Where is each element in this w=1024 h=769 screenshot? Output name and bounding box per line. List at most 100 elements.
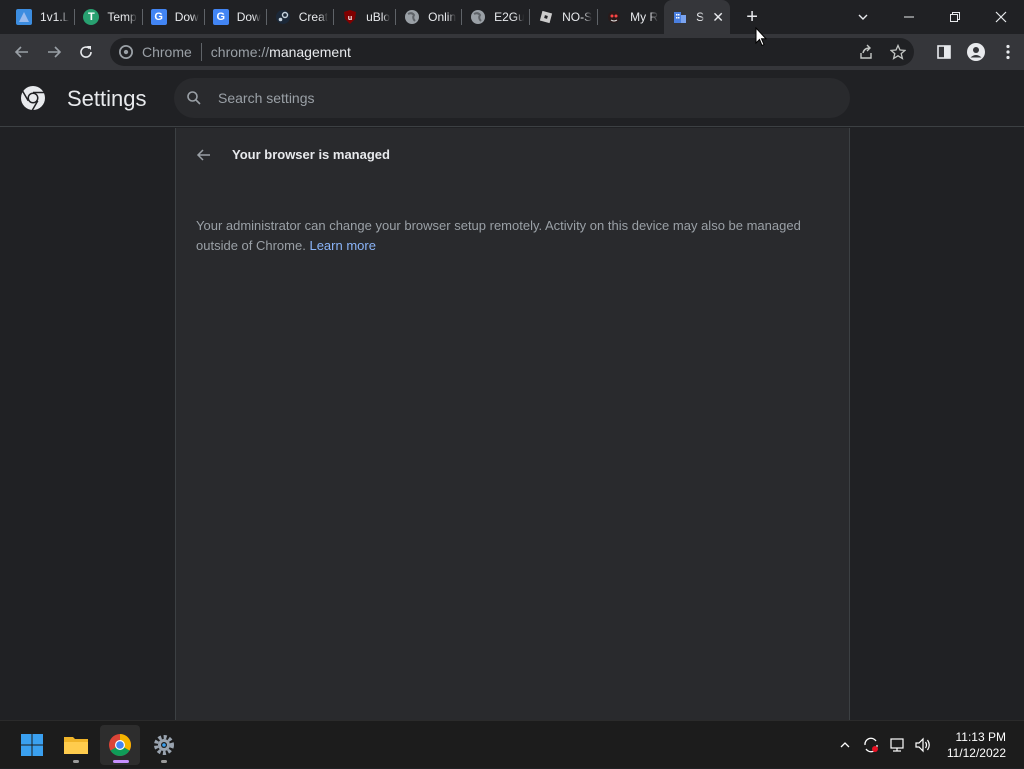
1v1-favicon-icon: [16, 9, 32, 25]
running-indicator: [73, 760, 79, 763]
arrow-left-icon: [14, 46, 28, 58]
tab-label: E2Gu: [494, 10, 525, 24]
tab-label: 1v1.L: [40, 10, 70, 24]
system-tray: 11:13 PM 11/12/2022: [833, 721, 1024, 769]
running-indicator: [161, 760, 167, 763]
tab-close-icon[interactable]: ✕: [710, 9, 726, 25]
share-icon: [860, 44, 872, 59]
show-hidden-icons-button[interactable]: [833, 721, 857, 769]
gear-icon: [154, 735, 174, 755]
chevron-up-icon: [840, 742, 850, 748]
side-panel-icon: [937, 45, 951, 59]
omnibox-divider: [200, 43, 202, 61]
windows-taskbar: 11:13 PM 11/12/2022: [0, 720, 1024, 768]
running-indicator: [113, 760, 129, 763]
description-text: Your administrator can change your brows…: [196, 218, 801, 253]
menu-button[interactable]: [992, 38, 1024, 66]
chrome-icon: [109, 734, 131, 756]
tab-7[interactable]: Onlin: [396, 0, 463, 34]
window-controls: [886, 0, 1024, 34]
settings-header: Settings: [0, 70, 1024, 127]
settings-search-input[interactable]: [218, 90, 818, 106]
tab-label: Dow: [236, 10, 261, 24]
taskbar-clock[interactable]: 11:13 PM 11/12/2022: [947, 729, 1006, 761]
tab-strip: 1v1.L T Temp G Dow G Dow Creat u uBlo On…: [0, 0, 1024, 34]
tab-label: NO-S: [562, 10, 593, 24]
ublock-favicon-icon: u: [342, 9, 358, 25]
sync-status-button[interactable]: [859, 721, 883, 769]
tab-8[interactable]: E2Gu: [462, 0, 531, 34]
building-favicon-icon: [672, 9, 688, 25]
tab-5[interactable]: Creat: [267, 0, 335, 34]
tab-active-management[interactable]: S ✕: [664, 0, 731, 34]
tab-label: Onlin: [428, 10, 457, 24]
tab-label: Creat: [298, 10, 329, 24]
side-panel-button[interactable]: [928, 38, 960, 66]
tab-1[interactable]: 1v1.L: [8, 0, 76, 34]
tab-label: uBlo: [366, 10, 391, 24]
folder-icon: [64, 737, 88, 754]
tab-9[interactable]: NO-S: [530, 0, 599, 34]
tab-label: Temp: [107, 10, 137, 24]
arrow-left-icon: [196, 149, 210, 161]
tab-label: My R: [630, 10, 659, 24]
temp-favicon-icon: T: [83, 9, 100, 25]
taskbar-file-explorer[interactable]: [56, 725, 96, 765]
omnibox-url[interactable]: chrome://management: [211, 44, 351, 60]
volume-button[interactable]: [911, 721, 935, 769]
profile-button[interactable]: [960, 38, 992, 66]
forward-button[interactable]: [40, 38, 68, 66]
tab-3[interactable]: G Dow: [143, 0, 205, 34]
plus-icon: +: [746, 5, 758, 28]
google-docs-favicon-icon: G: [212, 9, 229, 25]
chevron-down-icon: [858, 14, 868, 20]
clock-time: 11:13 PM: [955, 730, 1006, 744]
learn-more-link[interactable]: Learn more: [309, 238, 375, 253]
url-scheme: chrome://: [210, 44, 270, 60]
url-path: management: [269, 44, 351, 60]
taskbar-chrome[interactable]: [100, 725, 140, 765]
minimize-button[interactable]: [886, 0, 932, 34]
minimize-icon: [904, 16, 914, 18]
restore-button[interactable]: [932, 0, 978, 34]
browser-toolbar: Chrome chrome://management: [0, 34, 1024, 70]
kebab-menu-icon: [1006, 44, 1010, 60]
close-window-button[interactable]: [978, 0, 1024, 34]
network-button[interactable]: [885, 721, 909, 769]
search-icon: [187, 91, 201, 105]
clock-date: 11/12/2022: [946, 746, 1006, 760]
globe-favicon-icon: [470, 9, 486, 25]
tab-4[interactable]: G Dow: [205, 0, 267, 34]
windows-logo-icon: [21, 734, 43, 756]
speaker-icon: [915, 737, 930, 753]
start-button[interactable]: [12, 725, 52, 765]
tab-2[interactable]: T Temp: [75, 0, 143, 34]
settings-search-box[interactable]: [174, 78, 850, 118]
restore-icon: [950, 12, 960, 22]
tab-label: Dow: [174, 10, 199, 24]
star-icon: [890, 44, 906, 60]
toolbar-right: [928, 38, 1024, 66]
tab-6[interactable]: u uBlo: [334, 0, 397, 34]
back-button[interactable]: [8, 38, 36, 66]
roblox-favicon-icon: [538, 9, 554, 25]
profile-icon: [967, 43, 985, 61]
taskbar-settings[interactable]: [144, 725, 184, 765]
share-button[interactable]: [850, 38, 882, 66]
back-to-settings-button[interactable]: [194, 145, 214, 165]
management-panel: Your browser is managed Your administrat…: [175, 128, 850, 720]
tab-search-button[interactable]: [852, 6, 874, 28]
omnibox[interactable]: Chrome chrome://management: [110, 38, 914, 66]
page-heading: Your browser is managed: [232, 147, 390, 162]
tab-list: 1v1.L T Temp G Dow G Dow Creat u uBlo On…: [0, 0, 731, 34]
tab-10[interactable]: My R: [598, 0, 664, 34]
management-description: Your administrator can change your brows…: [196, 216, 826, 256]
omnibox-actions: [850, 38, 914, 66]
omnibox-chip: Chrome: [142, 44, 192, 60]
bookmark-button[interactable]: [882, 38, 914, 66]
character-favicon-icon: [606, 9, 622, 25]
chrome-icon: [118, 44, 134, 60]
svg-text:u: u: [348, 15, 352, 22]
globe-favicon-icon: [404, 9, 420, 25]
reload-button[interactable]: [72, 38, 100, 66]
